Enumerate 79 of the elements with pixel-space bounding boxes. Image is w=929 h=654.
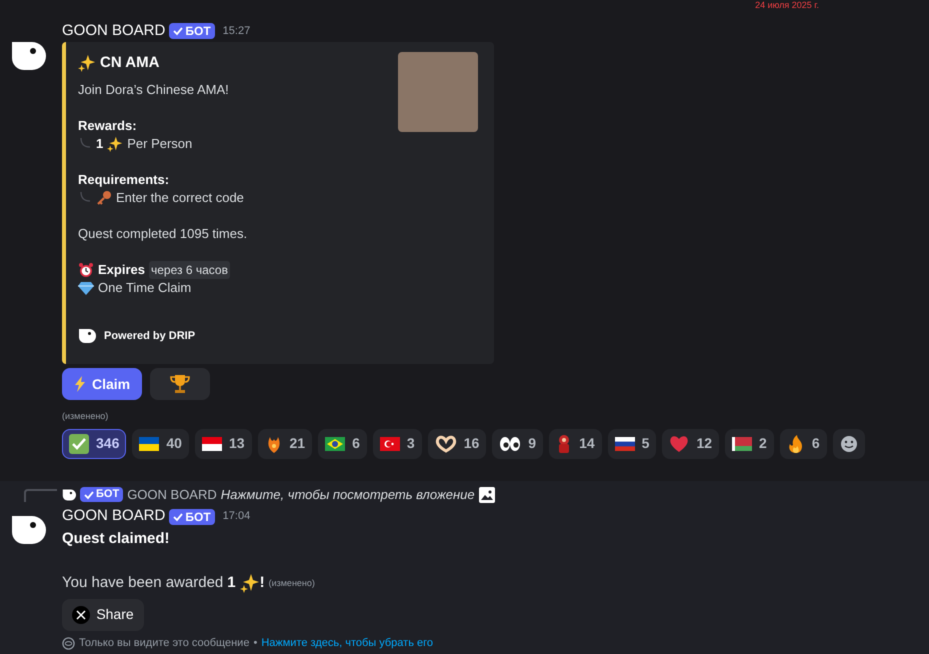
award-exclamation: ! (260, 573, 265, 593)
flag-icon (202, 436, 222, 450)
tree-branch-icon (78, 192, 92, 204)
flag-icon (139, 436, 160, 450)
tree-branch-icon (78, 138, 92, 150)
sparkles-icon (107, 136, 124, 152)
reaction-chip[interactable]: 6 (318, 428, 367, 458)
image-icon (478, 486, 495, 502)
sparkles-icon (78, 54, 96, 72)
requirement-text: Enter the correct code (116, 189, 244, 207)
claim-type: One Time Claim (98, 279, 192, 297)
flag-icon (325, 436, 346, 450)
reply-author[interactable]: GOON BOARD (127, 484, 217, 504)
timestamp: 15:27 (222, 24, 250, 39)
eye-icon (62, 636, 75, 650)
flag-icon (614, 436, 635, 450)
heart-hands-icon (434, 434, 457, 452)
lightning-icon (74, 376, 86, 392)
gem-icon (78, 281, 94, 295)
author-name[interactable]: GOON BOARD (62, 505, 166, 528)
check-icon (84, 490, 94, 500)
eyes-icon (499, 434, 522, 452)
message-title: Quest claimed! (62, 528, 171, 548)
claim-button[interactable]: Claim (62, 368, 142, 400)
alarm-clock-icon (78, 262, 94, 278)
reaction-chip[interactable]: 12 (662, 428, 720, 458)
author-name[interactable]: GOON BOARD (62, 20, 166, 42)
date-divider: 24 июля 2025 г. (755, 0, 819, 10)
smiley-icon (840, 434, 858, 452)
share-button[interactable]: Share (62, 598, 144, 630)
award-amount: 1 (227, 573, 236, 593)
check-box-icon (69, 434, 89, 454)
trophy-icon (170, 374, 190, 394)
bot-badge: БОТ (80, 487, 124, 502)
embed-title: CN AMA (100, 54, 160, 72)
flag-icon (732, 436, 752, 450)
separator-dot: • (253, 636, 258, 650)
edited-label: (изменено) (268, 576, 315, 590)
heart-icon (669, 434, 690, 452)
bot-badge: БОТ (169, 23, 215, 39)
completion-count: Quest completed 1095 times. (78, 225, 248, 243)
embed-description: Join Dora’s Chinese AMA! (78, 81, 230, 99)
timestamp: 17:04 (222, 509, 250, 524)
reaction-chip[interactable]: 9 (492, 428, 544, 458)
reaction-chip[interactable]: 2 (725, 428, 774, 458)
requirements-label: Requirements: (78, 171, 170, 189)
award-text: You have been awarded (62, 573, 224, 593)
reaction-chip[interactable]: 5 (608, 428, 656, 458)
edited-label: (изменено) (62, 410, 110, 423)
reaction-chip[interactable]: 21 (258, 428, 312, 458)
check-icon (173, 512, 184, 522)
key-icon (96, 190, 112, 206)
check-icon (173, 26, 184, 36)
reaction-chip[interactable]: 14 (549, 428, 602, 458)
trophy-button[interactable] (150, 368, 210, 400)
reaction-chip[interactable]: 346 (62, 428, 126, 458)
bot-logo-icon (78, 327, 96, 345)
reaction-chip[interactable]: 16 (428, 428, 486, 458)
ephemeral-note: Только вы видите это сообщение (79, 636, 250, 650)
x-logo-icon (72, 606, 90, 624)
expires-label: Expires (98, 261, 145, 279)
reply-preview[interactable]: Нажмите, чтобы посмотреть вложение (220, 484, 475, 504)
bot-logo-icon (62, 488, 76, 502)
reward-text: Per Person (127, 135, 192, 153)
flag-icon (380, 436, 400, 450)
add-reaction-button[interactable] (832, 428, 865, 458)
expires-timestamp: через 6 часов (148, 261, 230, 279)
reaction-chip[interactable]: 40 (132, 428, 189, 458)
reaction-chip[interactable]: 6 (780, 428, 827, 458)
reward-amount: 1 (96, 135, 104, 153)
bot-badge: БОТ (169, 508, 215, 524)
sparkles-icon (240, 573, 260, 594)
fire-icon (786, 434, 805, 454)
dismiss-link[interactable]: Нажмите здесь, чтобы убрать его (261, 636, 433, 650)
reply-connector-icon (24, 488, 58, 502)
rewards-label: Rewards: (78, 117, 138, 135)
reaction-chip[interactable]: 3 (372, 428, 422, 458)
embed-footer: Powered by DRIP (104, 327, 196, 345)
reaction-chip[interactable]: 13 (194, 428, 252, 458)
